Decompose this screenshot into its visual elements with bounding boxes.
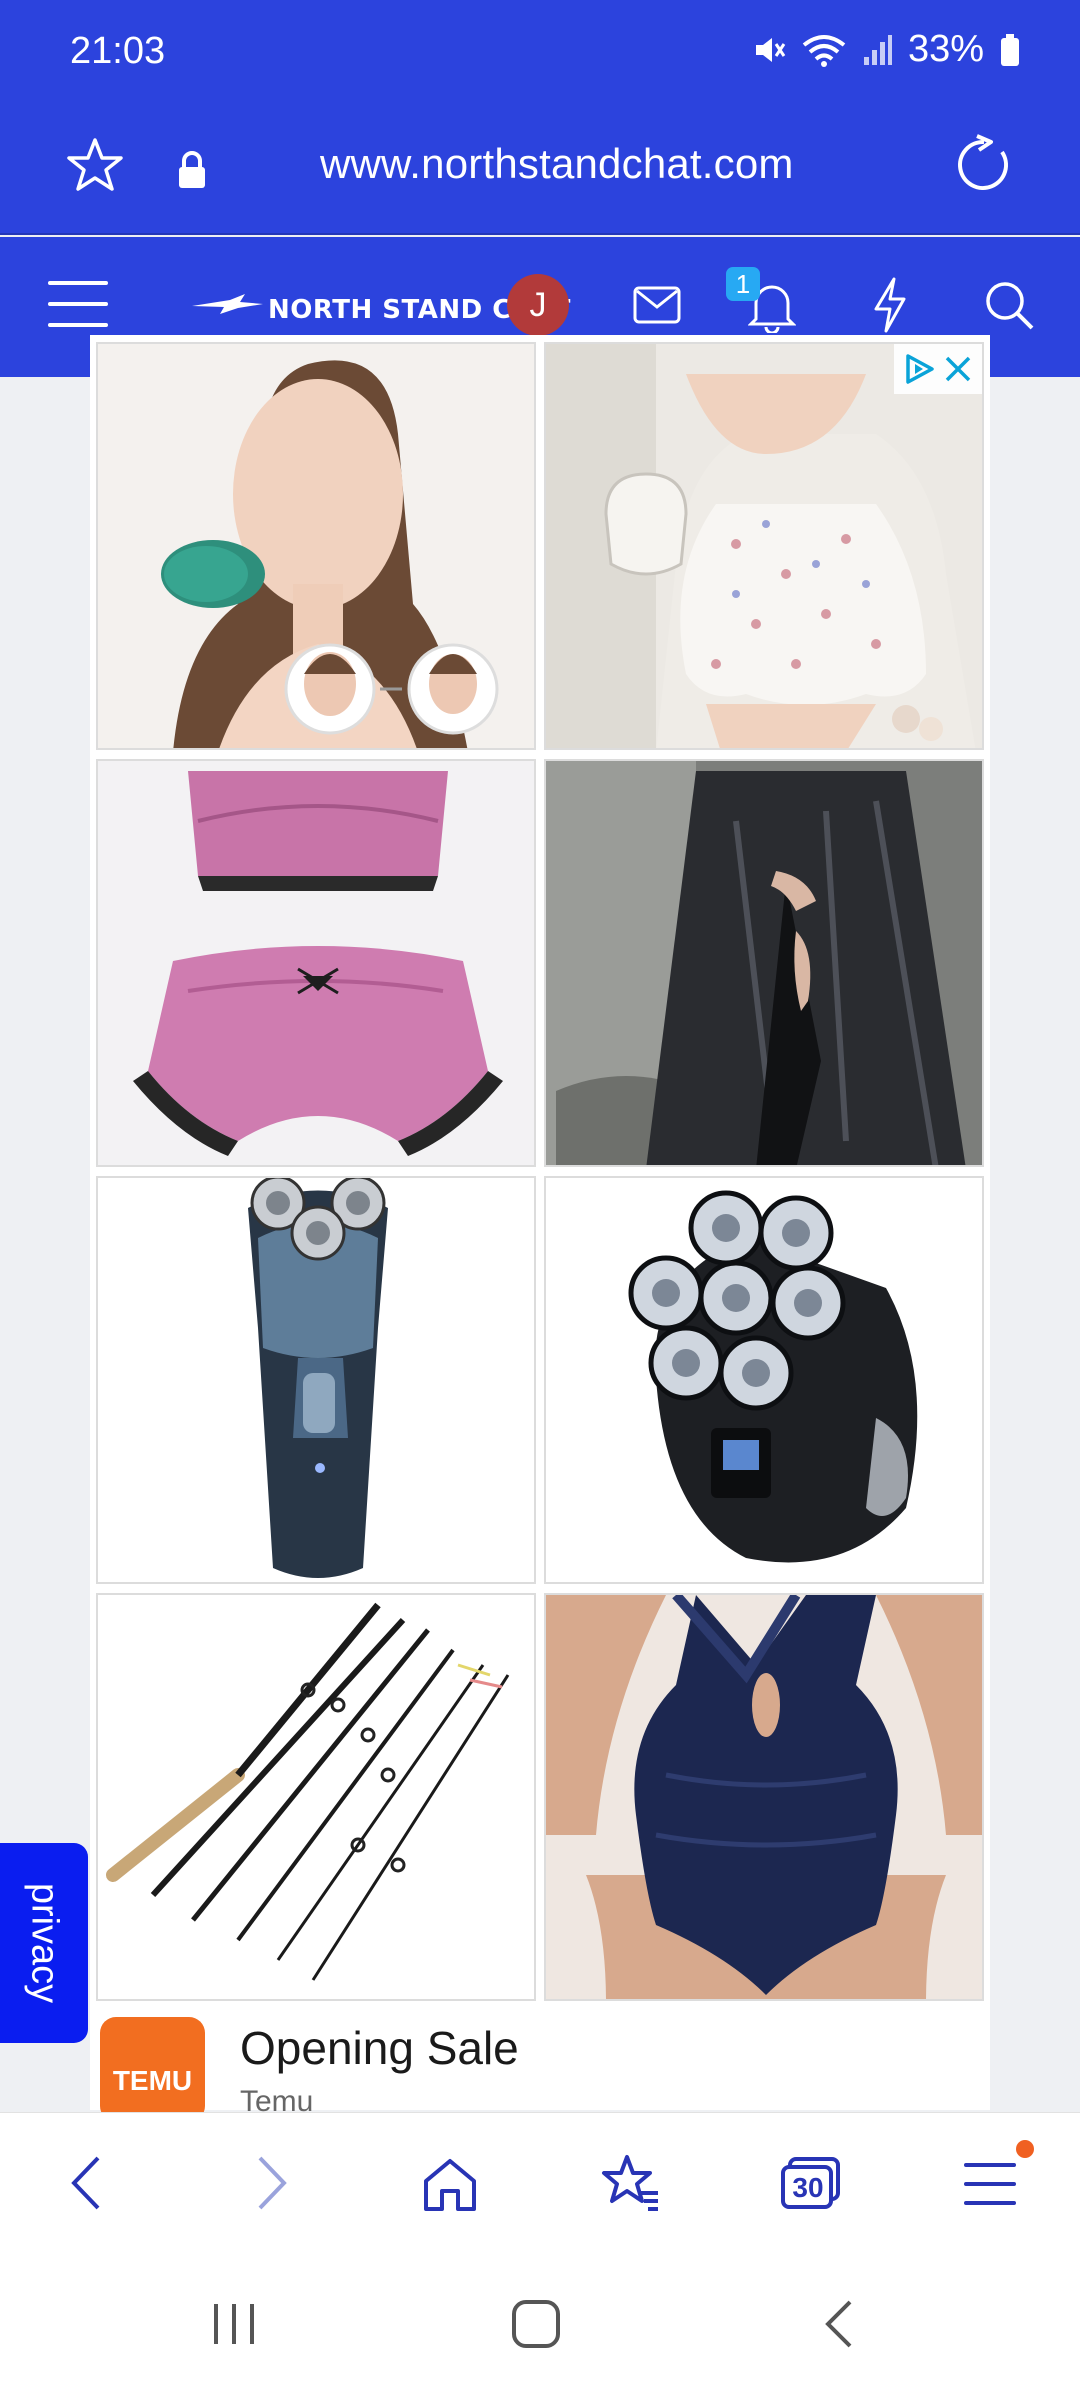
logo-bird-icon: [192, 294, 263, 314]
close-icon[interactable]: [942, 353, 974, 385]
rotary-shaver-product[interactable]: [96, 1176, 536, 1584]
privacy-label: privacy: [23, 1882, 66, 2004]
lightning-icon[interactable]: [870, 277, 910, 333]
notification-badge: 1: [726, 267, 760, 301]
face-slimmer-product[interactable]: [96, 342, 536, 750]
system-navigation-bar: [0, 2252, 1080, 2400]
head-shaver-product[interactable]: [544, 1176, 984, 1584]
battery-percent: 33%: [907, 28, 984, 70]
status-time: 21:03: [70, 30, 166, 72]
avatar[interactable]: J: [507, 274, 569, 336]
leather-skirt-product[interactable]: [544, 759, 984, 1167]
home-icon[interactable]: [420, 2155, 480, 2213]
battery-icon: [1001, 33, 1019, 66]
fishing-rod-set-product[interactable]: [96, 1593, 536, 2001]
recent-apps-icon[interactable]: [210, 2300, 258, 2348]
floral-pajama-product[interactable]: [544, 342, 984, 750]
wifi-icon: [802, 34, 846, 67]
status-bar: 21:03 33%: [0, 0, 1080, 110]
ad-choices-icon[interactable]: [902, 352, 936, 386]
browser-url-bar: www.northstandchat.com: [0, 110, 1080, 235]
tab-count: 30: [792, 2172, 824, 2203]
menu-icon[interactable]: [48, 279, 108, 329]
mail-icon[interactable]: [633, 286, 681, 324]
navy-swimsuit-product[interactable]: [544, 1593, 984, 2001]
mute-icon: [755, 37, 786, 62]
ad-choices[interactable]: [894, 344, 982, 394]
tabs-icon[interactable]: 30: [780, 2157, 842, 2209]
lock-icon: [179, 151, 205, 188]
back-icon[interactable]: [66, 2153, 106, 2213]
url-field[interactable]: www.northstandchat.com: [320, 140, 794, 188]
status-icons: 33%: [752, 28, 1020, 71]
browser-bottom-nav: 30: [0, 2112, 1080, 2252]
ad-footer[interactable]: TEMU Opening Sale Temu: [90, 2005, 990, 2122]
reload-icon[interactable]: [953, 134, 1015, 196]
ad-panel[interactable]: TEMU Opening Sale Temu: [90, 335, 990, 2122]
system-back-icon[interactable]: [822, 2298, 856, 2350]
pink-satin-lingerie-product[interactable]: [96, 759, 536, 1167]
bookmark-star-icon[interactable]: [65, 136, 125, 196]
bookmarks-icon[interactable]: [600, 2153, 662, 2213]
home-button-icon[interactable]: [510, 2298, 562, 2350]
signal-icon: [863, 34, 892, 65]
temu-logo[interactable]: TEMU: [100, 2017, 205, 2122]
menu-icon[interactable]: [964, 2161, 1016, 2207]
ad-title[interactable]: Opening Sale: [240, 2021, 519, 2075]
forward-icon[interactable]: [252, 2153, 292, 2213]
search-icon[interactable]: [983, 279, 1035, 331]
privacy-button[interactable]: privacy: [0, 1843, 88, 2043]
menu-update-dot: [1016, 2140, 1034, 2158]
